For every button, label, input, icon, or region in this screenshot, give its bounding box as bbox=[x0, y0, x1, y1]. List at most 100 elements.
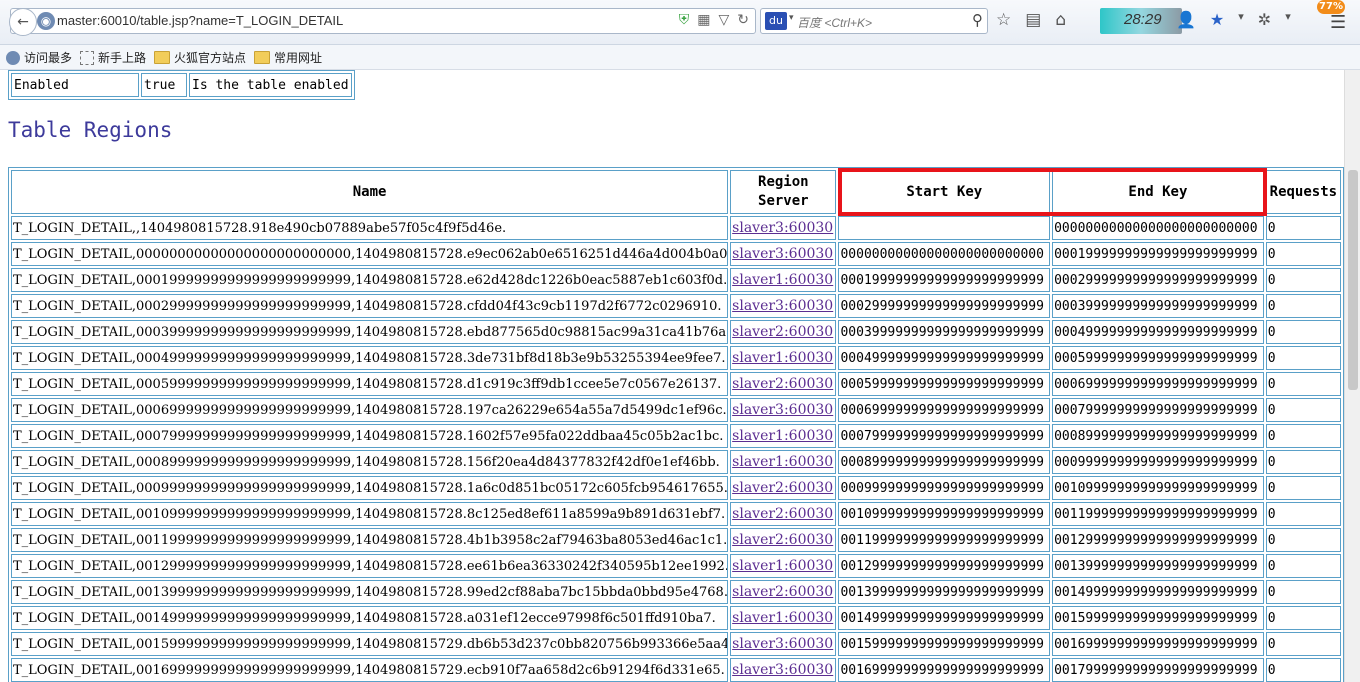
end-key: 00019999999999999999999999 bbox=[1052, 242, 1264, 266]
start-key: 00000000000000000000000000 bbox=[838, 242, 1051, 266]
home-icon[interactable]: ⌂ bbox=[1055, 10, 1066, 30]
regions-table: Name Region Server Start Key End Key Req… bbox=[8, 167, 1344, 682]
end-key: 00029999999999999999999999 bbox=[1052, 268, 1264, 292]
shield-icon[interactable]: ⛨ bbox=[679, 12, 690, 28]
bookmark-star-icon[interactable]: ☆ bbox=[996, 10, 1011, 30]
start-key: 00159999999999999999999999 bbox=[838, 632, 1051, 656]
reading-list-icon[interactable]: ▤ bbox=[1025, 10, 1041, 30]
site-identity-icon[interactable]: ◉ bbox=[37, 12, 55, 30]
dropdown-arrow-icon[interactable]: ▽ bbox=[718, 12, 729, 28]
col-header-region-server: Region Server bbox=[730, 170, 837, 214]
start-key: 00069999999999999999999999 bbox=[838, 398, 1051, 422]
start-key: 00049999999999999999999999 bbox=[838, 346, 1051, 370]
region-server-cell: slaver3:60030 bbox=[730, 398, 837, 422]
requests: 0 bbox=[1265, 450, 1341, 474]
start-key: 00129999999999999999999999 bbox=[838, 554, 1051, 578]
bookmark-label: 火狐官方站点 bbox=[174, 51, 247, 65]
region-name: T_LOGIN_DETAIL,0011999999999999999999999… bbox=[11, 528, 729, 552]
region-name: T_LOGIN_DETAIL,0007999999999999999999999… bbox=[11, 424, 729, 448]
requests: 0 bbox=[1265, 268, 1341, 292]
end-key: 00039999999999999999999999 bbox=[1052, 294, 1264, 318]
attr-description: Is the table enabled bbox=[189, 73, 352, 97]
region-server-link[interactable]: slaver1:60030 bbox=[732, 454, 833, 470]
table-row: T_LOGIN_DETAIL,0009999999999999999999999… bbox=[11, 476, 1341, 500]
end-key: 00089999999999999999999999 bbox=[1052, 424, 1264, 448]
requests: 0 bbox=[1265, 528, 1341, 552]
region-server-link[interactable]: slaver3:60030 bbox=[732, 298, 833, 314]
region-name: T_LOGIN_DETAIL,0005999999999999999999999… bbox=[11, 372, 729, 396]
qr-code-icon[interactable]: ▦ bbox=[697, 12, 710, 28]
requests: 0 bbox=[1265, 242, 1341, 266]
region-server-link[interactable]: slaver1:60030 bbox=[732, 610, 833, 626]
addon-dropdown-icon[interactable]: ▾ bbox=[1238, 10, 1244, 29]
region-server-link[interactable]: slaver2:60030 bbox=[732, 324, 833, 340]
end-key: 00149999999999999999999999 bbox=[1052, 580, 1264, 604]
search-engine-icon[interactable]: du bbox=[765, 12, 787, 30]
bookmark-label: 新手上路 bbox=[98, 51, 147, 65]
table-row: T_LOGIN_DETAIL,0013999999999999999999999… bbox=[11, 580, 1341, 604]
table-row: T_LOGIN_DETAIL,0010999999999999999999999… bbox=[11, 502, 1341, 526]
most-visited-icon bbox=[6, 50, 20, 65]
search-icon[interactable]: ⚲ bbox=[972, 11, 983, 29]
menu-icon[interactable]: ☰ bbox=[1330, 12, 1346, 33]
region-server-link[interactable]: slaver2:60030 bbox=[732, 376, 833, 392]
bug-icon[interactable]: ✲ bbox=[1258, 10, 1271, 29]
url-text[interactable]: master:60010/table.jsp?name=T_LOGIN_DETA… bbox=[57, 13, 343, 28]
start-key: 00089999999999999999999999 bbox=[838, 450, 1051, 474]
clock-widget[interactable]: 28:29 bbox=[1100, 8, 1182, 34]
url-bar[interactable]: ← ◉ master:60010/table.jsp?name=T_LOGIN_… bbox=[9, 8, 756, 36]
region-server-link[interactable]: slaver3:60030 bbox=[732, 662, 833, 678]
region-server-link[interactable]: slaver3:60030 bbox=[732, 246, 833, 262]
start-key: 00169999999999999999999999 bbox=[838, 658, 1051, 682]
table-row: T_LOGIN_DETAIL,0016999999999999999999999… bbox=[11, 658, 1341, 682]
attribute-table: Enabled true Is the table enabled bbox=[8, 70, 355, 100]
region-server-link[interactable]: slaver1:60030 bbox=[732, 350, 833, 366]
overflow-dropdown-icon[interactable]: ▾ bbox=[1285, 10, 1291, 29]
end-key: 00129999999999999999999999 bbox=[1052, 528, 1264, 552]
region-server-cell: slaver2:60030 bbox=[730, 502, 837, 526]
bookmark-getting-started[interactable]: 新手上路 bbox=[80, 49, 146, 66]
right-toolbar-icons: 👤 ★ ▾ ✲ ▾ bbox=[1176, 10, 1291, 29]
scrollbar-thumb[interactable] bbox=[1348, 170, 1358, 390]
bookmark-most-visited[interactable]: 访问最多 bbox=[6, 49, 72, 66]
addon-star-icon[interactable]: ★ bbox=[1210, 10, 1224, 29]
end-key: 00109999999999999999999999 bbox=[1052, 476, 1264, 500]
region-server-link[interactable]: slaver2:60030 bbox=[732, 506, 833, 522]
region-server-link[interactable]: slaver1:60030 bbox=[732, 558, 833, 574]
account-icon[interactable]: 👤 bbox=[1176, 10, 1196, 29]
col-header-name: Name bbox=[11, 170, 729, 214]
vertical-scrollbar[interactable] bbox=[1344, 70, 1360, 682]
end-key: 00059999999999999999999999 bbox=[1052, 346, 1264, 370]
back-arrow-icon[interactable]: ← bbox=[9, 8, 37, 36]
search-placeholder: 百度 <Ctrl+K> bbox=[797, 16, 873, 30]
requests: 0 bbox=[1265, 502, 1341, 526]
region-server-link[interactable]: slaver3:60030 bbox=[732, 402, 833, 418]
region-server-link[interactable]: slaver2:60030 bbox=[732, 480, 833, 496]
region-name: T_LOGIN_DETAIL,0000000000000000000000000… bbox=[11, 242, 729, 266]
region-server-link[interactable]: slaver2:60030 bbox=[732, 532, 833, 548]
start-key: 00109999999999999999999999 bbox=[838, 502, 1051, 526]
table-header-row: Name Region Server Start Key End Key Req… bbox=[11, 170, 1341, 214]
bookmark-label: 访问最多 bbox=[24, 51, 73, 65]
region-server-link[interactable]: slaver2:60030 bbox=[732, 584, 833, 600]
region-server-link[interactable]: slaver1:60030 bbox=[732, 428, 833, 444]
bookmark-firefox-site[interactable]: 火狐官方站点 bbox=[154, 49, 246, 66]
bookmarks-bar: 访问最多 新手上路 火狐官方站点 常用网址 bbox=[0, 45, 1360, 70]
col-header-start-key: Start Key bbox=[838, 170, 1051, 214]
region-server-cell: slaver2:60030 bbox=[730, 320, 837, 344]
attr-name: Enabled bbox=[11, 73, 139, 97]
region-server-link[interactable]: slaver1:60030 bbox=[732, 272, 833, 288]
region-name: T_LOGIN_DETAIL,0001999999999999999999999… bbox=[11, 268, 729, 292]
bookmark-common-sites[interactable]: 常用网址 bbox=[254, 49, 322, 66]
attr-value: true bbox=[141, 73, 187, 97]
search-engine-dropdown-icon[interactable]: ▾ bbox=[789, 13, 794, 23]
region-server-link[interactable]: slaver3:60030 bbox=[732, 220, 833, 236]
reload-icon[interactable]: ↻ bbox=[737, 12, 749, 28]
requests: 0 bbox=[1265, 554, 1341, 578]
search-bar[interactable]: du ▾ 百度 <Ctrl+K> ⚲ bbox=[760, 8, 988, 34]
start-key: 00019999999999999999999999 bbox=[838, 268, 1051, 292]
region-server-cell: slaver1:60030 bbox=[730, 606, 837, 630]
clock-time: 28:29 bbox=[1124, 11, 1162, 28]
region-server-link[interactable]: slaver3:60030 bbox=[732, 636, 833, 652]
requests: 0 bbox=[1265, 216, 1341, 240]
